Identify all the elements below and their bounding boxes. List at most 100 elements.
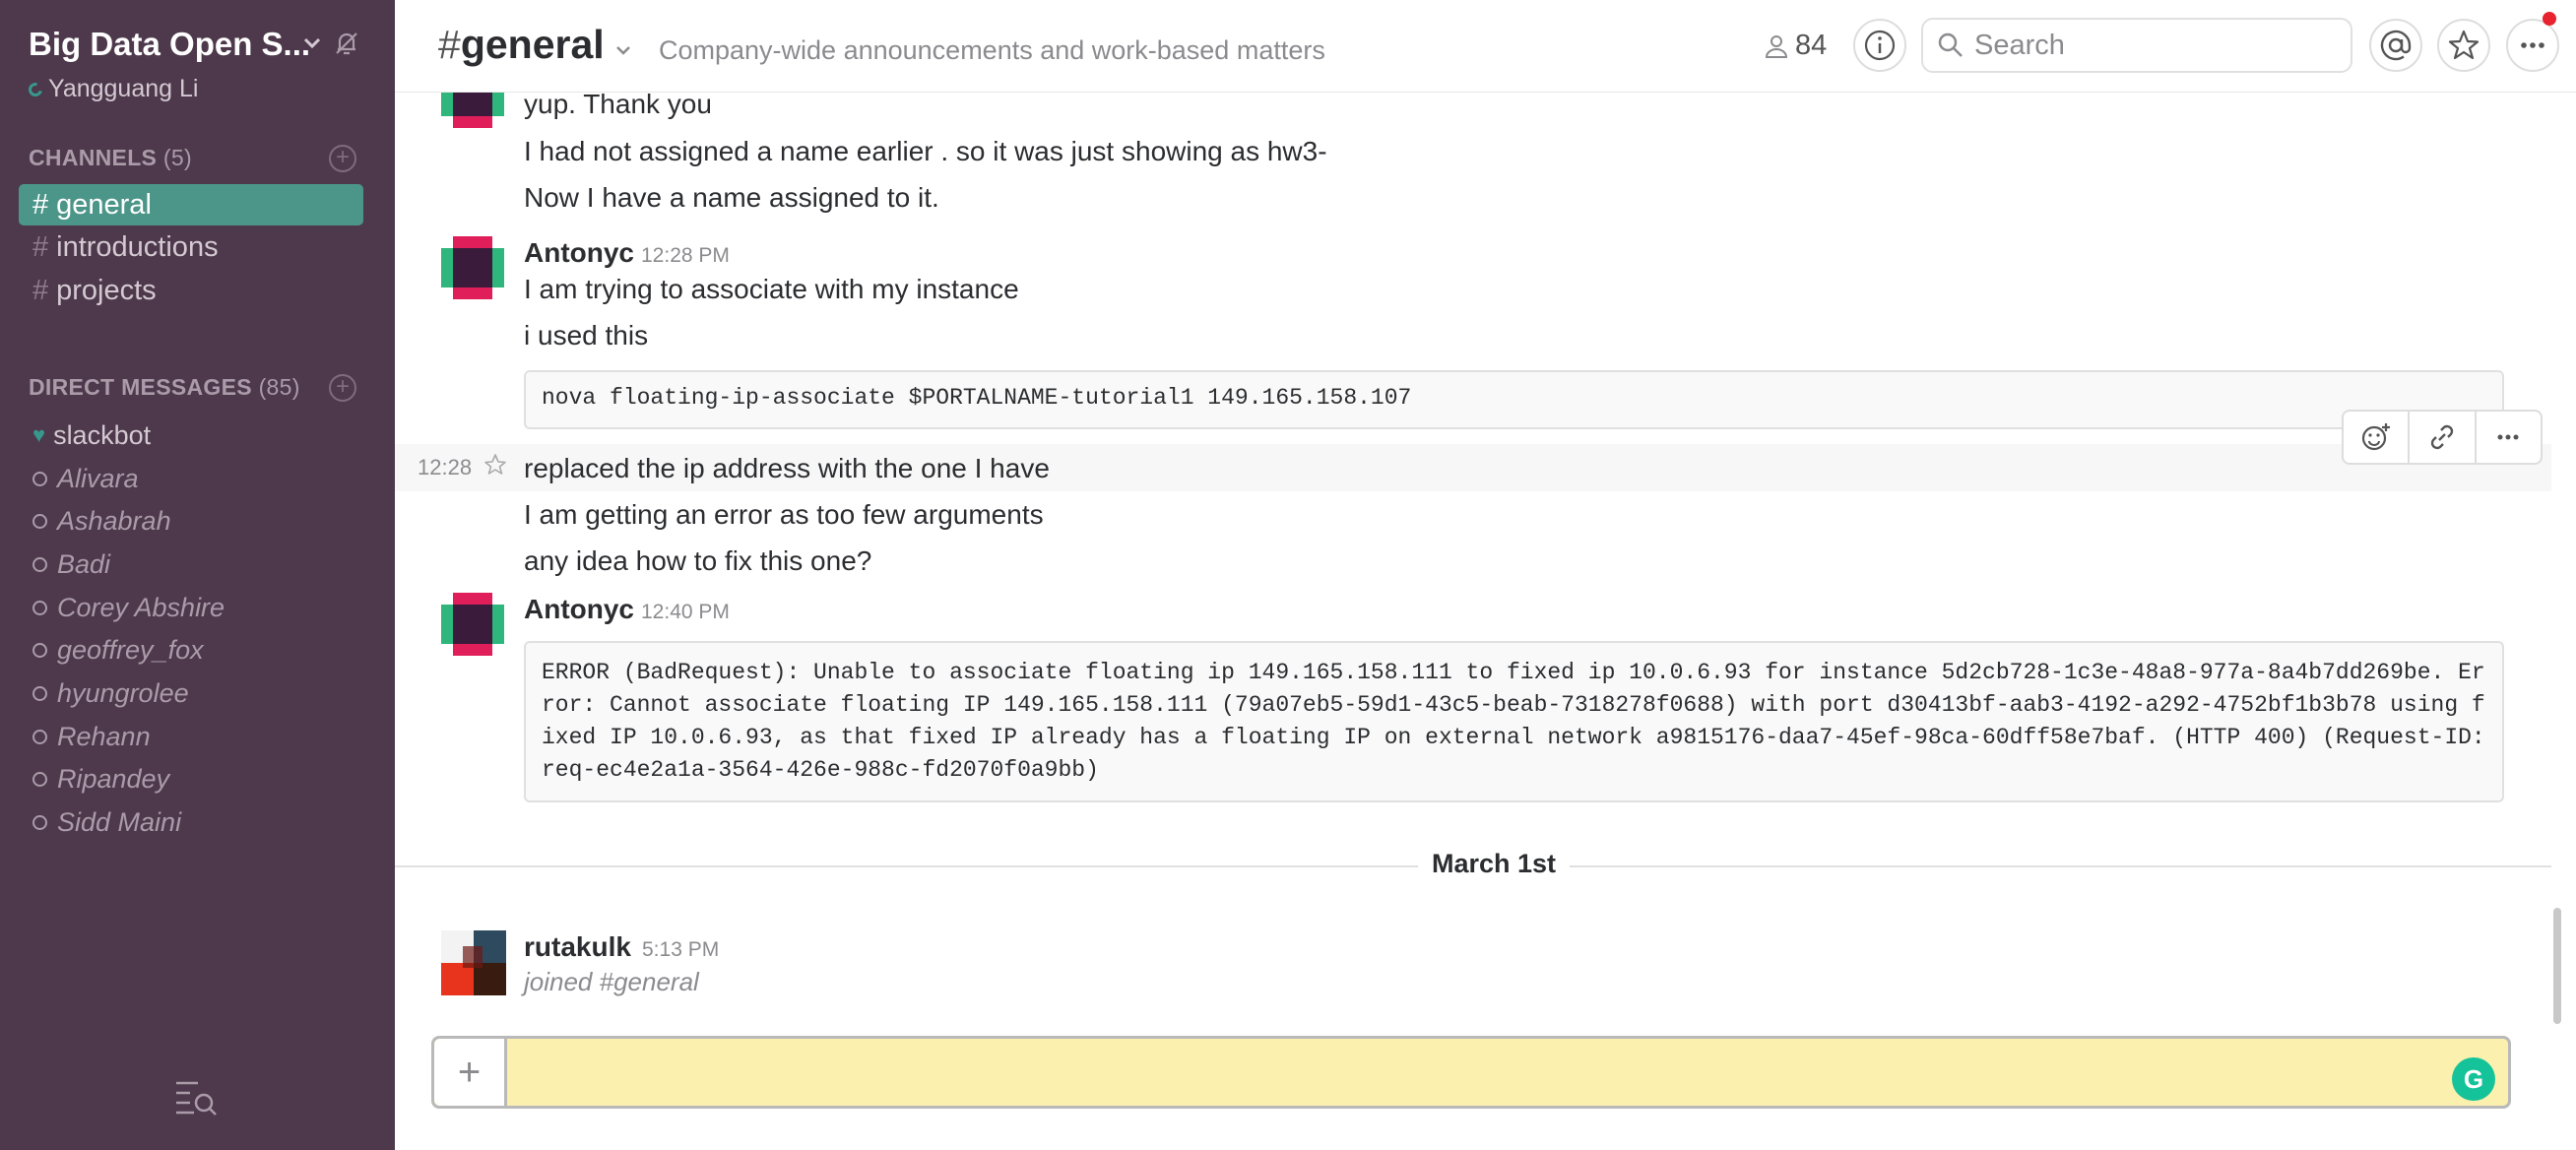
dm-header-label: DIRECT MESSAGES xyxy=(29,374,252,400)
chevron-down-icon[interactable] xyxy=(299,30,325,55)
presence-away-icon xyxy=(32,685,47,701)
dm-item[interactable]: Corey Abshire xyxy=(19,588,363,627)
dm-item[interactable]: Rehann xyxy=(19,717,363,756)
avatar[interactable] xyxy=(441,930,506,995)
starred-button[interactable] xyxy=(2437,19,2490,72)
dm-item-label: Corey Abshire xyxy=(57,593,225,622)
dm-header[interactable]: DIRECT MESSAGES (85) xyxy=(29,374,300,401)
team-name[interactable]: Big Data Open S... xyxy=(29,26,310,63)
current-user[interactable]: Yangguang Li xyxy=(26,75,198,103)
sidebar-item-introductions[interactable]: # introductions xyxy=(19,226,363,268)
message-author[interactable]: rutakulk xyxy=(524,931,631,963)
dm-item[interactable]: Ripandey xyxy=(19,759,363,799)
at-sign-icon xyxy=(2380,30,2412,61)
search-icon xyxy=(1938,32,1963,57)
more-menu-button[interactable] xyxy=(2506,19,2559,72)
notification-badge xyxy=(2543,12,2556,26)
message-text: Now I have a name assigned to it. xyxy=(524,182,939,213)
grammarly-icon[interactable]: G xyxy=(2452,1057,2495,1101)
search-input[interactable] xyxy=(1974,29,2329,62)
star-icon[interactable] xyxy=(483,453,507,477)
more-actions-button[interactable] xyxy=(2477,412,2541,463)
search-box[interactable] xyxy=(1921,18,2352,73)
presence-away-icon xyxy=(32,513,47,529)
dm-item-slackbot[interactable]: ♥ slackbot xyxy=(19,415,363,455)
dm-item-label: Rehann xyxy=(57,722,151,751)
message-text: replaced the ip address with the one I h… xyxy=(524,453,1050,483)
code-block: ERROR (BadRequest): Unable to associate … xyxy=(524,641,2504,802)
channel-title[interactable]: #general xyxy=(438,22,605,68)
presence-away-icon xyxy=(32,814,47,830)
message-timestamp[interactable]: 12:28 PM xyxy=(641,244,730,268)
sidebar-item-label: introductions xyxy=(56,231,219,263)
dm-item-label: Sidd Maini xyxy=(57,807,182,837)
dm-item[interactable]: hyungrolee xyxy=(19,673,363,713)
plus-icon: + xyxy=(457,1050,482,1094)
dm-item[interactable]: Badi xyxy=(19,544,363,584)
message-timestamp[interactable]: 12:28 xyxy=(418,455,472,480)
info-icon xyxy=(1864,30,1896,61)
presence-away-icon xyxy=(32,729,47,744)
dm-item[interactable]: geoffrey_fox xyxy=(19,630,363,670)
message-list[interactable]: yup. Thank you I had not assigned a name… xyxy=(395,93,2551,1028)
scrollbar-thumb[interactable] xyxy=(2553,908,2561,1024)
add-channel-icon[interactable]: + xyxy=(329,145,356,172)
message-author[interactable]: Antonyc xyxy=(524,237,634,269)
presence-icon xyxy=(26,79,45,99)
presence-away-icon xyxy=(32,642,47,658)
message-text: I am getting an error as too few argumen… xyxy=(524,499,1044,530)
link-icon xyxy=(2430,424,2454,450)
more-horizontal-icon xyxy=(2521,42,2544,48)
chevron-down-icon[interactable] xyxy=(612,39,634,61)
code-block: nova floating-ip-associate $PORTALNAME-t… xyxy=(524,370,2504,429)
dm-item[interactable]: Ashabrah xyxy=(19,501,363,541)
person-icon xyxy=(1765,34,1788,58)
message-text: I am trying to associate with my instanc… xyxy=(524,274,1019,304)
message-text: any idea how to fix this one? xyxy=(524,545,872,576)
add-reaction-button[interactable] xyxy=(2344,412,2411,463)
channel-name: general xyxy=(460,22,605,67)
message-actions xyxy=(2342,410,2543,465)
quick-switcher-icon[interactable] xyxy=(174,1077,220,1117)
avatar[interactable] xyxy=(441,593,504,656)
dm-item[interactable]: Alivara xyxy=(19,459,363,498)
presence-away-icon xyxy=(32,771,47,787)
day-divider-label[interactable]: March 1st xyxy=(1418,849,1571,879)
heart-icon: ♥ xyxy=(32,422,46,447)
channels-header[interactable]: CHANNELS (5) xyxy=(29,145,192,171)
dm-item-label: slackbot xyxy=(53,420,152,450)
sidebar-item-projects[interactable]: # projects xyxy=(19,270,363,311)
message-composer: + xyxy=(431,1036,2511,1109)
attach-button[interactable]: + xyxy=(434,1039,507,1106)
hash-icon: # xyxy=(32,231,49,263)
channel-info-button[interactable] xyxy=(1853,19,1906,72)
member-count-button[interactable]: 84 xyxy=(1764,30,1827,62)
add-dm-icon[interactable]: + xyxy=(329,374,356,402)
hash-icon: # xyxy=(438,22,461,67)
message-timestamp[interactable]: 5:13 PM xyxy=(642,938,719,962)
dm-item-label: geoffrey_fox xyxy=(57,635,204,665)
channel-header: #general Company-wide announcements and … xyxy=(395,0,2576,93)
presence-away-icon xyxy=(32,556,47,572)
message-author[interactable]: Antonyc xyxy=(524,594,634,625)
sidebar-item-general[interactable]: # general xyxy=(19,184,363,225)
sidebar-item-label: projects xyxy=(56,275,157,306)
dm-item[interactable]: Sidd Maini xyxy=(19,802,363,842)
presence-away-icon xyxy=(32,600,47,615)
hash-icon: # xyxy=(32,189,49,221)
dm-item-label: Ashabrah xyxy=(57,506,171,536)
member-count-value: 84 xyxy=(1795,30,1828,61)
message-timestamp[interactable]: 12:40 PM xyxy=(641,601,730,624)
add-reaction-icon xyxy=(2361,423,2390,451)
dm-item-label: Ripandey xyxy=(57,764,170,794)
channels-header-label: CHANNELS xyxy=(29,145,158,170)
dm-count: (85) xyxy=(258,374,300,400)
dm-item-label: Badi xyxy=(57,549,111,579)
dm-item-label: hyungrolee xyxy=(57,678,189,708)
avatar[interactable] xyxy=(441,236,504,299)
mentions-button[interactable] xyxy=(2369,19,2422,72)
message-text: I had not assigned a name earlier . so i… xyxy=(524,136,1327,166)
message-input[interactable] xyxy=(507,1039,2508,1106)
bell-off-icon[interactable] xyxy=(331,28,362,59)
copy-link-button[interactable] xyxy=(2410,412,2477,463)
